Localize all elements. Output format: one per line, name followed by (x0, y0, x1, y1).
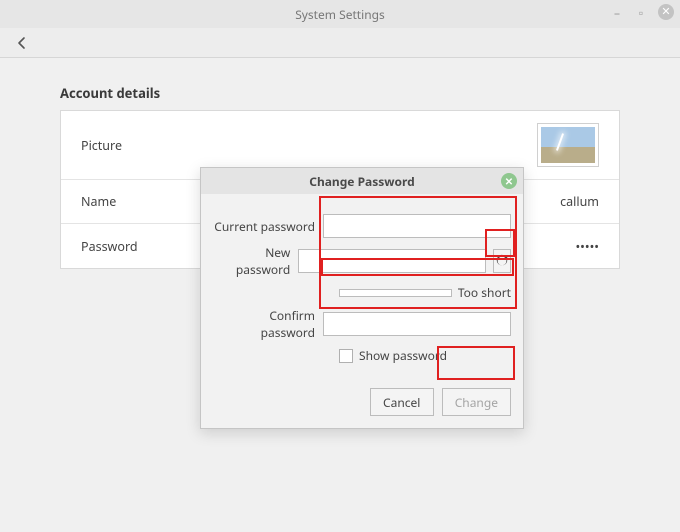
confirm-password-row: Confirm password (213, 307, 511, 341)
dialog-titlebar: Change Password ✕ (201, 168, 523, 194)
current-password-label: Current password (213, 218, 315, 235)
minimize-icon[interactable]: – (610, 5, 624, 19)
row-picture-label: Picture (81, 137, 122, 154)
dialog-close-button[interactable]: ✕ (501, 173, 517, 189)
generate-password-button[interactable] (493, 249, 511, 273)
password-strength-row: Too short (339, 284, 511, 301)
row-password-label: Password (81, 238, 138, 255)
cancel-button-label: Cancel (383, 394, 420, 411)
window-controls: – ▫ ✕ (610, 4, 674, 20)
show-password-checkbox[interactable] (339, 349, 353, 363)
current-password-input[interactable] (323, 214, 511, 238)
cancel-button[interactable]: Cancel (370, 388, 434, 416)
new-password-row: New password (213, 244, 511, 278)
change-button[interactable]: Change (442, 388, 511, 416)
dialog-body: Current password New password Too short … (201, 194, 523, 378)
show-password-label: Show password (359, 347, 447, 364)
avatar[interactable] (537, 123, 599, 167)
confirm-password-input[interactable] (323, 312, 511, 336)
back-button[interactable] (12, 33, 32, 53)
password-strength-text: Too short (458, 284, 511, 301)
row-name-label: Name (81, 193, 116, 210)
new-password-label: New password (213, 244, 290, 278)
row-password-value: ••••• (575, 238, 599, 255)
password-strength-bar (339, 289, 452, 297)
current-password-row: Current password (213, 214, 511, 238)
section-heading: Account details (60, 84, 620, 102)
window-titlebar: System Settings – ▫ ✕ (0, 0, 680, 28)
change-password-dialog: Change Password ✕ Current password New p… (200, 167, 524, 429)
dialog-footer: Cancel Change (201, 378, 523, 428)
dialog-title: Change Password (309, 173, 415, 190)
row-name-value: callum (560, 193, 599, 210)
show-password-row[interactable]: Show password (339, 347, 511, 364)
new-password-input[interactable] (298, 249, 486, 273)
confirm-password-label: Confirm password (213, 307, 315, 341)
change-button-label: Change (455, 394, 498, 411)
close-icon[interactable]: ✕ (658, 4, 674, 20)
refresh-icon (495, 254, 509, 268)
window-title: System Settings (295, 6, 385, 23)
toolbar (0, 28, 680, 58)
maximize-icon[interactable]: ▫ (634, 5, 648, 19)
